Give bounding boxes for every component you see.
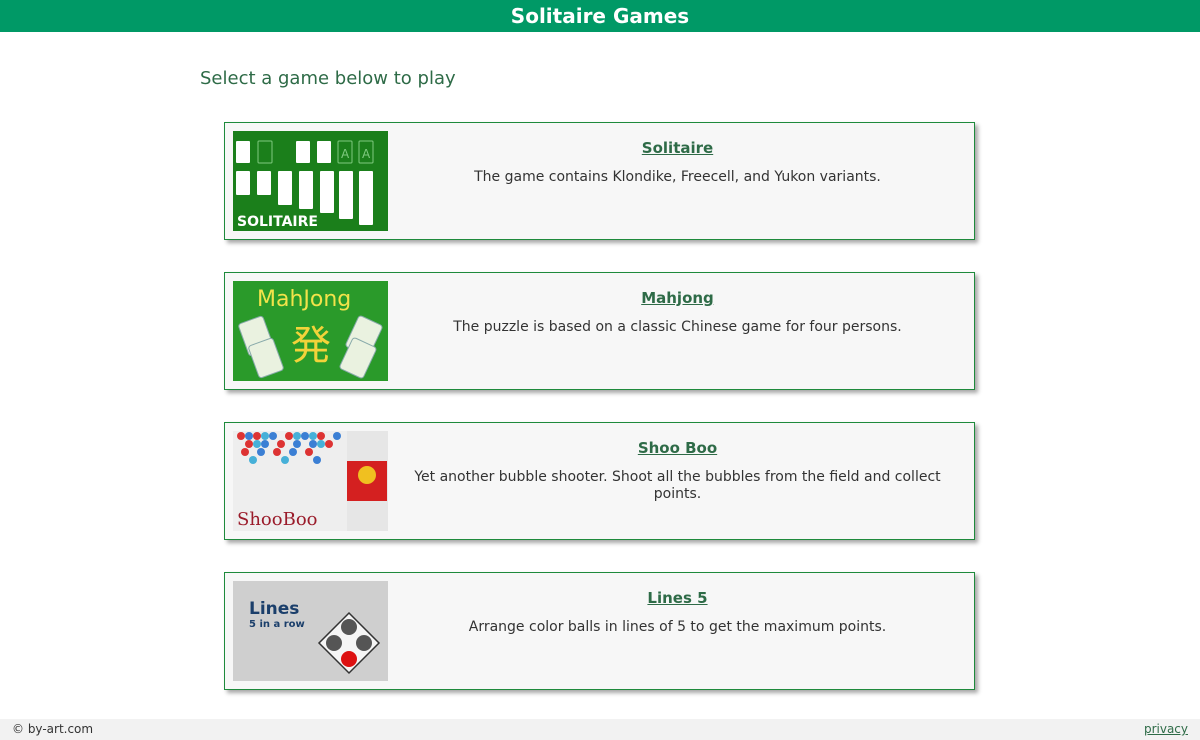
svg-text:A: A — [362, 147, 371, 161]
svg-text:発: 発 — [291, 323, 331, 369]
header-bar: Solitaire Games — [0, 0, 1200, 32]
game-description: The puzzle is based on a classic Chinese… — [453, 319, 902, 335]
svg-text:A: A — [341, 147, 350, 161]
solitaire-thumbnail[interactable]: A A SOLITAIRE — [233, 131, 388, 231]
game-link-mahjong[interactable]: Mahjong — [641, 289, 714, 307]
game-link-shooboo[interactable]: Shoo Boo — [638, 439, 717, 457]
footer: © by-art.com privacy — [0, 719, 1200, 740]
lines5-thumbnail[interactable]: Lines 5 in a row — [233, 581, 388, 681]
lines5-thumb-label: Lines — [249, 599, 299, 619]
game-card-mahjong[interactable]: MahJong 発 Mahjong The puzzle is based on… — [224, 272, 975, 390]
mahjong-thumb-label: MahJong — [257, 287, 351, 312]
solitaire-thumb-label: SOLITAIRE — [237, 214, 318, 230]
game-description: Arrange color balls in lines of 5 to get… — [468, 619, 887, 635]
page-title: Solitaire Games — [510, 4, 690, 28]
game-link-solitaire[interactable]: Solitaire — [642, 139, 713, 157]
shooboo-thumb-label: ShooBoo — [237, 509, 318, 530]
game-description: Yet another bubble shooter. Shoot all th… — [414, 469, 941, 502]
privacy-link[interactable]: privacy — [1144, 722, 1188, 736]
game-card-shooboo[interactable]: ShooBoo Shoo Boo Yet another bubble shoo… — [224, 422, 975, 540]
copyright-text: © by-art.com — [12, 722, 94, 736]
game-link-lines5[interactable]: Lines 5 — [647, 589, 707, 607]
mahjong-thumbnail[interactable]: MahJong 発 — [233, 281, 388, 381]
game-card-lines5[interactable]: Lines 5 in a row Lines 5 Arrange color b… — [224, 572, 975, 690]
intro-text: Select a game below to play — [200, 68, 456, 89]
game-description: The game contains Klondike, Freecell, an… — [474, 169, 881, 185]
lines5-thumb-sublabel: 5 in a row — [249, 619, 305, 630]
game-card-solitaire[interactable]: A A SOLITAIRE Solitaire The game contain… — [224, 122, 975, 240]
shooboo-thumbnail[interactable]: ShooBoo — [233, 431, 388, 531]
